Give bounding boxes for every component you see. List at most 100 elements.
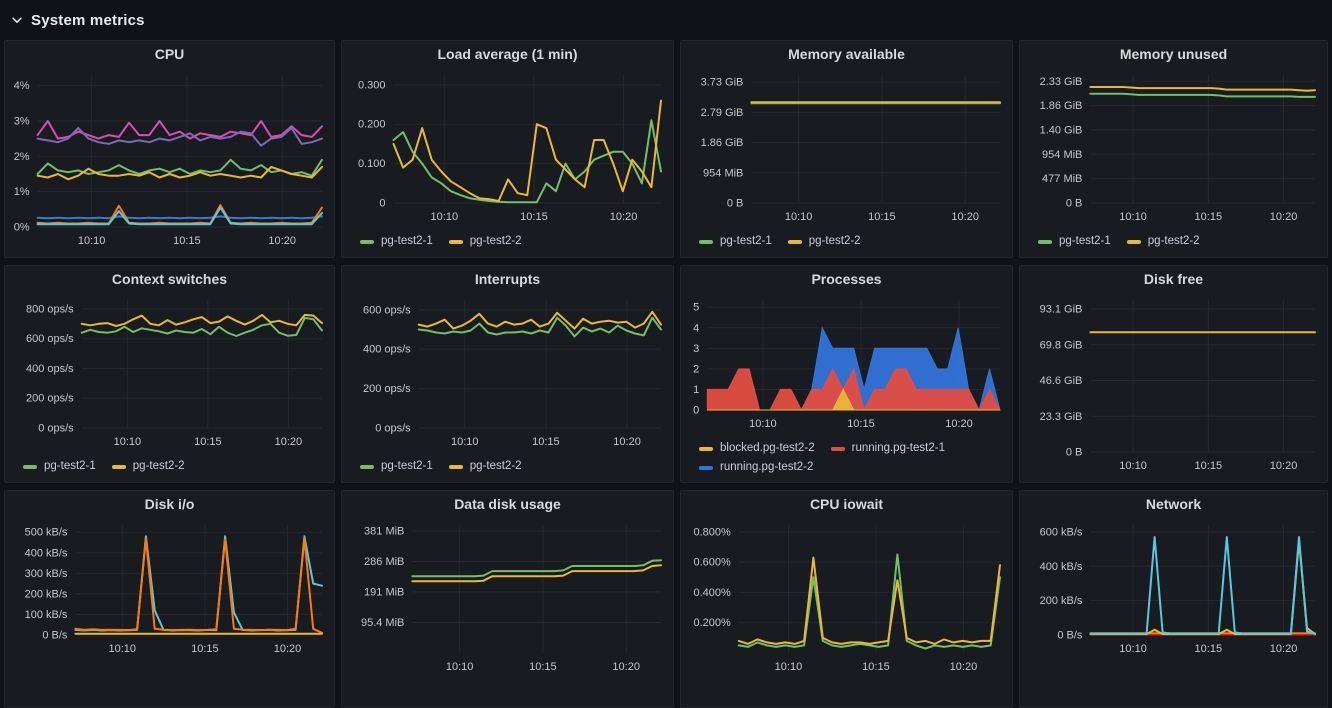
svg-text:0.800%: 0.800% — [693, 526, 731, 538]
panels-grid: CPU 0%1%2%3%4%10:1010:1510:20 Load avera… — [0, 40, 1332, 708]
svg-text:600 ops/s: 600 ops/s — [363, 304, 411, 316]
svg-text:10:10: 10:10 — [114, 436, 142, 448]
section-title: System metrics — [31, 12, 145, 29]
legend-label: pg-test2-1 — [381, 232, 433, 251]
legend-swatch — [360, 465, 374, 469]
chart-memory-unused[interactable]: 0 B477 MiB954 MiB1.40 GiB1.86 GiB2.33 Gi… — [1020, 67, 1327, 230]
panel-title-interrupts[interactable]: Interrupts — [342, 266, 673, 292]
svg-text:200 ops/s: 200 ops/s — [363, 383, 411, 395]
svg-text:10:10: 10:10 — [1119, 211, 1147, 223]
svg-text:2.79 GiB: 2.79 GiB — [701, 107, 744, 119]
legend: pg-test2-1 pg-test2-2 — [1020, 230, 1327, 251]
chart-svg-disk-free: 0 B23.3 GiB46.6 GiB69.8 GiB93.1 GiB10:10… — [1020, 292, 1327, 474]
svg-text:0 ops/s: 0 ops/s — [375, 423, 411, 435]
panel-title-memory-unused[interactable]: Memory unused — [1020, 41, 1327, 67]
chart-svg-load-average: 00.1000.2000.30010:1010:1510:20 — [342, 67, 673, 225]
chart-memory-available[interactable]: 0 B954 MiB1.86 GiB2.79 GiB3.73 GiB10:101… — [681, 67, 1012, 230]
svg-text:93.1 GiB: 93.1 GiB — [1040, 304, 1083, 316]
panel-title-disk-free[interactable]: Disk free — [1020, 266, 1327, 292]
svg-text:1.40 GiB: 1.40 GiB — [1040, 124, 1083, 136]
svg-text:0 ops/s: 0 ops/s — [38, 423, 74, 435]
legend-item-pg-test2-1[interactable]: pg-test2-1 — [360, 457, 433, 476]
svg-text:400 kB/s: 400 kB/s — [1040, 561, 1083, 573]
chart-disk-io[interactable]: 0 B/s100 kB/s200 kB/s300 kB/s400 kB/s500… — [5, 517, 334, 662]
svg-text:10:10: 10:10 — [446, 661, 474, 673]
legend-item-pg-test2-2[interactable]: pg-test2-2 — [788, 232, 861, 251]
svg-text:3%: 3% — [14, 115, 30, 127]
legend-label: pg-test2-1 — [381, 457, 433, 476]
svg-text:10:20: 10:20 — [1270, 643, 1298, 655]
panel-disk-free: Disk free 0 B23.3 GiB46.6 GiB69.8 GiB93.… — [1019, 265, 1328, 483]
panel-title-disk-io[interactable]: Disk i/o — [5, 491, 334, 517]
svg-text:1: 1 — [693, 384, 699, 396]
svg-text:0.400%: 0.400% — [693, 587, 731, 599]
svg-text:3: 3 — [693, 343, 699, 355]
legend-item-pg-test2-2[interactable]: pg-test2-2 — [112, 457, 185, 476]
legend — [681, 680, 1012, 682]
svg-text:10:10: 10:10 — [785, 211, 813, 223]
svg-text:381 MiB: 381 MiB — [364, 526, 404, 538]
svg-text:10:20: 10:20 — [275, 436, 303, 448]
panel-title-context-switches[interactable]: Context switches — [5, 266, 334, 292]
section-row-system-metrics[interactable]: System metrics — [0, 0, 1332, 40]
chart-load-average[interactable]: 00.1000.2000.30010:1010:1510:20 — [342, 67, 673, 230]
panel-title-cpu[interactable]: CPU — [5, 41, 334, 67]
chart-context-switches[interactable]: 0 ops/s200 ops/s400 ops/s600 ops/s800 op… — [5, 292, 334, 455]
legend-item-pg-test2-1[interactable]: pg-test2-1 — [1038, 232, 1111, 251]
chart-disk-free[interactable]: 0 B23.3 GiB46.6 GiB69.8 GiB93.1 GiB10:10… — [1020, 292, 1327, 479]
panel-title-load-average[interactable]: Load average (1 min) — [342, 41, 673, 67]
legend-item-pg-test2-2[interactable]: pg-test2-2 — [1127, 232, 1200, 251]
svg-text:5: 5 — [693, 302, 699, 314]
svg-text:0: 0 — [693, 405, 699, 417]
chart-processes[interactable]: 01234510:1010:1510:20 — [681, 292, 1012, 437]
svg-text:23.3 GiB: 23.3 GiB — [1040, 411, 1083, 423]
chart-interrupts[interactable]: 0 ops/s200 ops/s400 ops/s600 ops/s10:101… — [342, 292, 673, 455]
legend-label: pg-test2-1 — [1059, 232, 1111, 251]
svg-text:0.100: 0.100 — [358, 158, 386, 170]
legend-label: running.pg-test2-2 — [720, 458, 813, 477]
legend-item-running.pg-test2-2[interactable]: running.pg-test2-2 — [699, 458, 813, 477]
svg-text:10:20: 10:20 — [1270, 460, 1298, 472]
legend-item-blocked.pg-test2-2[interactable]: blocked.pg-test2-2 — [699, 439, 815, 458]
chart-data-disk-usage[interactable]: 95.4 MiB191 MiB286 MiB381 MiB10:1010:151… — [342, 517, 673, 680]
legend-label: pg-test2-2 — [470, 232, 522, 251]
svg-text:10:15: 10:15 — [1195, 460, 1223, 472]
chart-svg-data-disk-usage: 95.4 MiB191 MiB286 MiB381 MiB10:1010:151… — [342, 517, 673, 675]
svg-text:286 MiB: 286 MiB — [364, 556, 404, 568]
panel-title-memory-available[interactable]: Memory available — [681, 41, 1012, 67]
legend-item-running.pg-test2-1[interactable]: running.pg-test2-1 — [831, 439, 945, 458]
svg-text:10:20: 10:20 — [950, 661, 978, 673]
svg-text:800 ops/s: 800 ops/s — [26, 303, 74, 315]
chart-svg-disk-io: 0 B/s100 kB/s200 kB/s300 kB/s400 kB/s500… — [5, 517, 334, 657]
svg-text:46.6 GiB: 46.6 GiB — [1040, 375, 1083, 387]
svg-text:10:15: 10:15 — [520, 211, 548, 223]
svg-text:10:10: 10:10 — [749, 418, 777, 430]
svg-text:10:15: 10:15 — [868, 211, 896, 223]
chart-network[interactable]: 0 B/s200 kB/s400 kB/s600 kB/s10:1010:151… — [1020, 517, 1327, 662]
panel-title-network[interactable]: Network — [1020, 491, 1327, 517]
chart-svg-cpu-iowait: 0.200%0.400%0.600%0.800%10:1010:1510:20 — [681, 517, 1012, 675]
legend-label: running.pg-test2-1 — [852, 439, 945, 458]
svg-text:10:15: 10:15 — [173, 235, 201, 247]
legend-label: pg-test2-2 — [470, 457, 522, 476]
chart-cpu-iowait[interactable]: 0.200%0.400%0.600%0.800%10:1010:1510:20 — [681, 517, 1012, 680]
panel-title-processes[interactable]: Processes — [681, 266, 1012, 292]
legend-item-pg-test2-1[interactable]: pg-test2-1 — [23, 457, 96, 476]
panel-title-cpu-iowait[interactable]: CPU iowait — [681, 491, 1012, 517]
svg-text:1%: 1% — [14, 186, 30, 198]
legend-item-pg-test2-1[interactable]: pg-test2-1 — [360, 232, 433, 251]
svg-text:95.4 MiB: 95.4 MiB — [361, 617, 404, 629]
legend-label: pg-test2-2 — [1148, 232, 1200, 251]
svg-text:0 B: 0 B — [1066, 447, 1083, 459]
panel-load-average: Load average (1 min) 00.1000.2000.30010:… — [341, 40, 674, 258]
legend: blocked.pg-test2-2 running.pg-test2-1 runn… — [681, 437, 1012, 477]
panel-title-data-disk-usage[interactable]: Data disk usage — [342, 491, 673, 517]
legend-item-pg-test2-2[interactable]: pg-test2-2 — [449, 457, 522, 476]
legend-item-pg-test2-2[interactable]: pg-test2-2 — [449, 232, 522, 251]
legend-item-pg-test2-1[interactable]: pg-test2-1 — [699, 232, 772, 251]
legend: pg-test2-1 pg-test2-2 — [342, 230, 673, 251]
legend-swatch — [1038, 240, 1052, 244]
chart-cpu[interactable]: 0%1%2%3%4%10:1010:1510:20 — [5, 67, 334, 254]
legend-label: pg-test2-1 — [44, 457, 96, 476]
legend-label: pg-test2-1 — [720, 232, 772, 251]
